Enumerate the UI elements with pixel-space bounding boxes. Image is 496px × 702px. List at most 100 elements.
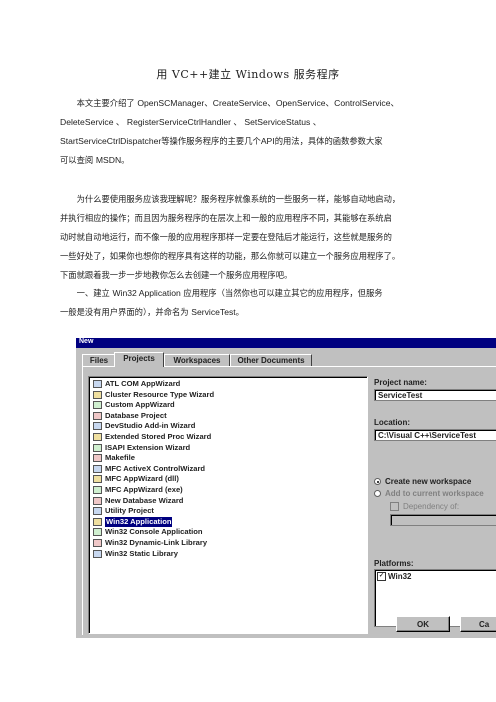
project-type-list[interactable]: ATL COM AppWizard Cluster Resource Type W… [88, 376, 368, 634]
project-type-label: DevStudio Add-in Wizard [105, 421, 196, 431]
project-type-icon [93, 422, 102, 431]
project-type-label: Extended Stored Proc Wizard [105, 432, 212, 441]
step-text: 应用程序（当然你也可以建立其它的应用程序，但服务 [183, 288, 383, 298]
dependency-label: Dependency of: [403, 502, 460, 511]
cancel-button[interactable]: Ca [460, 616, 496, 632]
project-type-label: Makefile [105, 453, 135, 463]
new-project-dialog: New Files Projects Workspaces Other Docu… [76, 338, 496, 638]
app-type-term: Win32 Application [112, 288, 181, 298]
project-type-icon [93, 401, 102, 410]
project-type-icon [93, 539, 102, 547]
api-list-line2: DeleteService 、 RegisterServiceCtrlHandl… [60, 113, 436, 132]
body-line: 为什么要使用服务应该我理解呢？服务程序就像系统的一些服务一样，能够自动地启动， [76, 194, 401, 204]
project-type-item[interactable]: Win32 Application [93, 516, 173, 527]
platform-item-win32[interactable]: ✓ Win32 [377, 572, 412, 581]
create-workspace-radio[interactable]: Create new workspace [374, 477, 471, 486]
project-type-label: MFC ActiveX ControlWizard [105, 463, 206, 473]
project-type-label: New Database Wizard [105, 495, 184, 505]
api-name: RegisterServiceCtrlHandler [126, 117, 232, 127]
add-workspace-radio[interactable]: Add to current workspace [374, 489, 484, 498]
ok-button[interactable]: OK [396, 616, 450, 632]
project-type-label: Cluster Resource Type Wizard [105, 389, 215, 399]
project-type-icon [93, 549, 102, 558]
dependency-select[interactable] [390, 514, 496, 526]
tab-projects[interactable]: Projects [114, 352, 164, 367]
project-type-item[interactable]: MFC ActiveX ControlWizard [93, 464, 205, 474]
body-text: 可以查阅 [60, 155, 94, 165]
step-text: 一、建立 [76, 288, 110, 298]
create-workspace-label: Create new workspace [385, 477, 472, 486]
project-type-item[interactable]: Makefile [93, 453, 135, 463]
project-type-item[interactable]: MFC AppWizard (exe) [93, 485, 183, 495]
platforms-label: Platforms: [374, 559, 414, 568]
project-type-icon [93, 443, 102, 452]
project-name-term: ServiceTest [191, 307, 236, 317]
project-type-item[interactable]: ATL COM AppWizard [93, 379, 180, 389]
project-type-item[interactable]: Cluster Resource Type Wizard [93, 390, 214, 400]
dialog-title: New [79, 338, 94, 345]
radio-icon [374, 490, 381, 497]
add-workspace-label: Add to current workspace [385, 489, 484, 498]
project-name-label: Project name: [374, 378, 427, 387]
intro-paragraph: 本文主要介绍了 OpenSCManager、CreateService、Open… [60, 94, 436, 170]
separator: 、 [233, 117, 243, 127]
document-title: 用 VC++建立 Windows 服务程序 [156, 68, 340, 81]
project-type-item[interactable]: Win32 Dynamic-Link Library [93, 538, 207, 548]
project-type-item[interactable]: MFC AppWizard (dll) [93, 474, 179, 484]
project-type-icon [93, 507, 102, 516]
api-name: SetServiceStatus [244, 117, 311, 127]
project-type-label: Custom AppWizard [105, 400, 175, 410]
project-type-label: ISAPI Extension Wizard [105, 442, 191, 452]
body-text: 等操作服务程序的主要几个 [161, 136, 261, 146]
project-type-icon [93, 454, 102, 463]
step-text: 。 [235, 307, 244, 317]
body-line: 下面就跟着我一步一步地教你怎么去创建一个服务应用程序吧。 [60, 270, 293, 280]
project-type-icon [93, 486, 102, 494]
project-type-icon [93, 464, 102, 473]
project-type-item[interactable]: New Database Wizard [93, 496, 183, 506]
project-type-label: Win32 Static Library [105, 548, 178, 558]
checkbox-icon [390, 502, 399, 511]
project-type-label: ATL COM AppWizard [105, 379, 181, 388]
api-list: OpenSCManager、CreateService、OpenService、… [137, 98, 400, 108]
project-type-item[interactable]: Custom AppWizard [93, 400, 175, 410]
body-line: 动时就自动地运行，而不像一般的应用程序那样一定要在登陆后才能运行，这些就是服务的 [60, 232, 392, 242]
body-text: 的用法，具体的函数参数大家 [274, 136, 383, 146]
msdn-term: MSDN [95, 155, 122, 165]
separator: 、 [312, 117, 322, 127]
project-type-icon [93, 475, 102, 484]
project-type-icon [93, 528, 102, 537]
project-type-item[interactable]: Win32 Static Library [93, 549, 178, 559]
location-label: Location: [374, 418, 410, 427]
dependency-checkbox[interactable]: Dependency of: [390, 502, 459, 511]
body-line: 并执行相应的操作；而且因为服务程序的在层次上和一般的应用程序不同，其能够在系统启 [60, 213, 392, 223]
location-input[interactable]: C:\Visual C++\ServiceTest [374, 429, 496, 441]
project-type-label: Database Project [105, 410, 167, 420]
project-type-item[interactable]: Utility Project [93, 506, 154, 516]
project-type-icon [93, 411, 102, 420]
project-type-item[interactable]: Database Project [93, 411, 167, 421]
project-type-icon [93, 496, 102, 505]
body-line: 一些好处了，如果你也想你的程序具有这样的功能，那么你就可以建立一个服务应用程序了… [60, 251, 401, 261]
project-type-item[interactable]: DevStudio Add-in Wizard [93, 421, 195, 431]
project-type-label: Win32 Application [105, 516, 173, 527]
api-term: API [260, 136, 275, 146]
project-type-icon [93, 380, 102, 388]
project-name-input[interactable]: ServiceTest [374, 389, 496, 401]
project-type-label: Win32 Dynamic-Link Library [105, 538, 208, 547]
api-name: StartServiceCtrlDispatcher [60, 136, 162, 146]
platform-label: Win32 [388, 572, 412, 581]
project-type-item[interactable]: Extended Stored Proc Wizard [93, 432, 211, 442]
project-type-label: Utility Project [105, 506, 154, 516]
separator: 、 [115, 117, 125, 127]
body-text: 。 [121, 155, 130, 165]
api-name: DeleteService [60, 117, 114, 127]
intro-text: 本文主要介绍了 [76, 98, 135, 108]
project-type-icon [93, 517, 102, 526]
step-text: 一般是没有用户界面的），并命名为 [60, 307, 189, 317]
project-type-label: Win32 Console Application [105, 527, 203, 537]
project-type-item[interactable]: ISAPI Extension Wizard [93, 443, 190, 453]
radio-selected-icon [374, 478, 381, 485]
checkmark-icon: ✓ [377, 572, 386, 581]
project-type-item[interactable]: Win32 Console Application [93, 527, 203, 537]
